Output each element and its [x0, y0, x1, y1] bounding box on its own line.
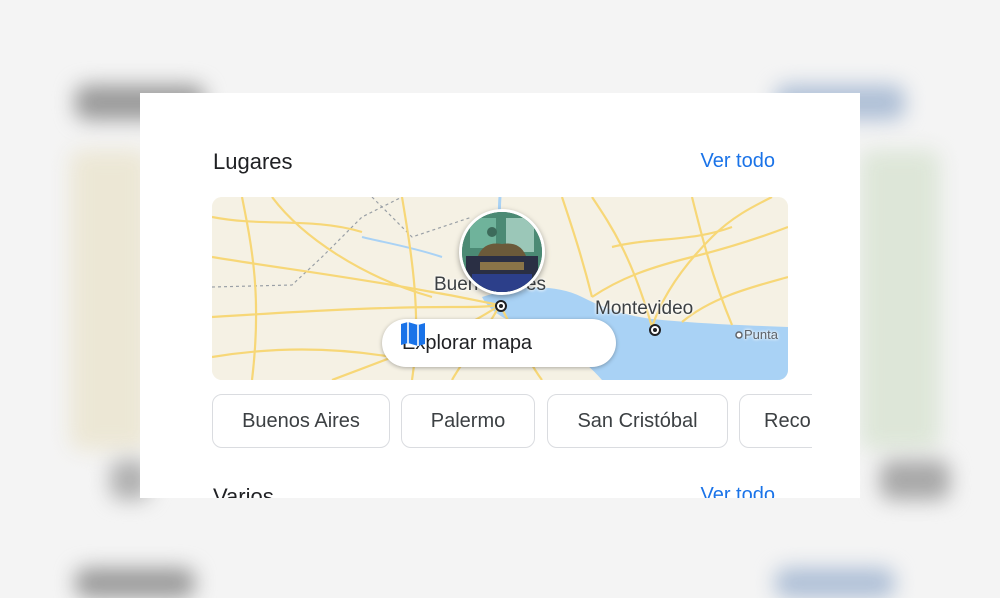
photo-thumbnail — [462, 212, 542, 292]
places-see-all-link[interactable]: Ver todo — [700, 150, 775, 173]
background-blur — [75, 568, 195, 598]
misc-section-title: Varios — [213, 484, 274, 498]
places-map[interactable]: Buenos Aires Montevideo Punta Explorar m… — [212, 197, 788, 380]
chip-recoleta[interactable]: Reco — [739, 394, 812, 448]
chip-san-cristobal[interactable]: San Cristóbal — [547, 394, 728, 448]
map-label-punta: Punta — [744, 327, 778, 342]
chip-palermo[interactable]: Palermo — [401, 394, 535, 448]
places-card: Lugares Ver todo Montevideo Punta Explor… — [140, 93, 860, 498]
background-blur — [70, 150, 150, 450]
places-section-title: Lugares — [213, 149, 293, 174]
explore-map-button[interactable]: Explorar mapa — [382, 319, 616, 367]
background-blur — [860, 150, 940, 450]
place-photo-pin[interactable] — [459, 209, 545, 295]
map-icon — [401, 322, 425, 346]
map-label-montevideo: Montevideo — [595, 298, 694, 319]
place-chips: Buenos Aires Palermo San Cristóbal Reco — [212, 394, 812, 452]
misc-see-all-link[interactable]: Ver todo — [700, 484, 775, 498]
chip-buenos-aires[interactable]: Buenos Aires — [212, 394, 390, 448]
background-blur — [775, 568, 895, 598]
background-blur — [880, 460, 950, 500]
